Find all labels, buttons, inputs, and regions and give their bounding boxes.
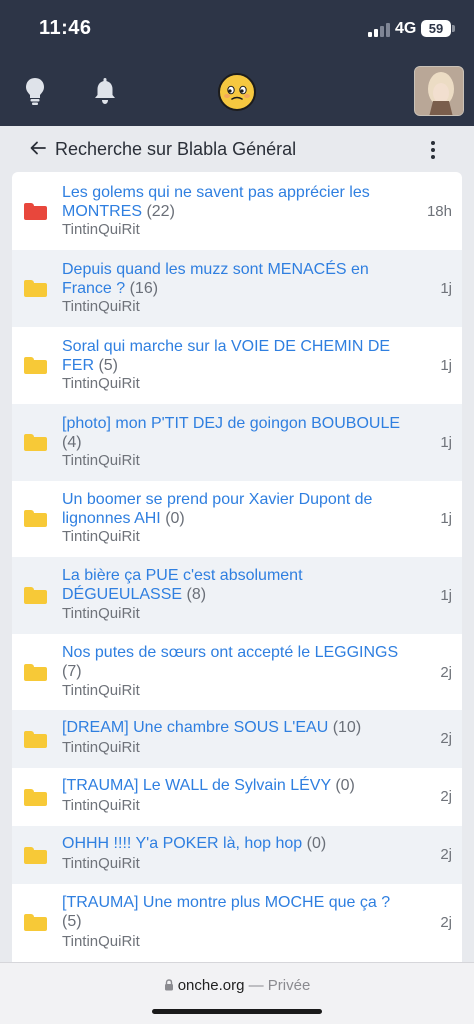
- topic-author[interactable]: TintinQuiRit: [62, 605, 140, 622]
- battery-tip: [452, 25, 455, 32]
- private-mode-label: Privée: [267, 977, 311, 994]
- topic-time: 2j: [440, 664, 452, 681]
- folder-icon: [24, 664, 47, 681]
- folder-icon: [24, 914, 47, 931]
- user-avatar[interactable]: [414, 66, 464, 116]
- topic-title-link[interactable]: Depuis quand les muzz sont MENACÉS en Fr…: [62, 260, 407, 298]
- topic-title-link[interactable]: [TRAUMA] Une montre plus MOCHE que ça ? …: [62, 893, 407, 931]
- topic-author[interactable]: TintinQuiRit: [62, 375, 140, 392]
- topic-title-link[interactable]: [DREAM] Une chambre SOUS L'EAU (10): [62, 718, 407, 737]
- topic-reply-count: (7): [62, 663, 82, 680]
- topic-author[interactable]: TintinQuiRit: [62, 682, 140, 699]
- topic-reply-count: (5): [62, 913, 82, 930]
- lock-icon: [164, 978, 174, 995]
- topic-time: 1j: [440, 357, 452, 374]
- topic-reply-count: (0): [165, 510, 185, 527]
- folder-icon: [24, 434, 47, 451]
- browser-bottom-bar: onche.org — Privée: [0, 962, 474, 1024]
- topic-time: 2j: [440, 914, 452, 931]
- topic-time: 2j: [440, 788, 452, 805]
- topic-row[interactable]: [TRAUMA] Une montre plus MOCHE que ça ? …: [12, 884, 462, 962]
- folder-icon: [24, 789, 47, 806]
- battery-level: 59: [428, 21, 444, 36]
- battery-icon: 59: [421, 20, 451, 37]
- topic-title-link[interactable]: [TRAUMA] Le WALL de Sylvain LÉVY (0): [62, 776, 407, 795]
- topic-title-link[interactable]: [photo] mon P'TIT DEJ de goingon BOUBOUL…: [62, 414, 407, 452]
- page-title: Recherche sur Blabla Général: [55, 139, 297, 159]
- topic-title-link[interactable]: Nos putes de sœurs ont accepté le LEGGIN…: [62, 643, 407, 681]
- topic-row[interactable]: [DREAM] Une chambre SOUS L'EAU (10) Tint…: [12, 710, 462, 768]
- signal-strength-icon: [368, 21, 390, 37]
- mascot-logo-icon[interactable]: [218, 73, 256, 111]
- topic-time: 2j: [440, 846, 452, 863]
- page-title-row: Recherche sur Blabla Général: [0, 126, 474, 172]
- home-indicator[interactable]: [152, 1009, 322, 1014]
- topic-time: 2j: [440, 730, 452, 747]
- topic-row[interactable]: [TRAUMA] Le WALL de Sylvain LÉVY (0) Tin…: [12, 768, 462, 826]
- topic-time: 1j: [440, 510, 452, 527]
- topic-reply-count: (5): [98, 357, 119, 374]
- topic-time: 1j: [440, 280, 452, 297]
- topic-reply-count: (10): [332, 719, 362, 736]
- folder-icon: [24, 847, 47, 864]
- topic-title-link[interactable]: La bière ça PUE c'est absolument DÉGUEUL…: [62, 566, 407, 604]
- topic-row[interactable]: Nos putes de sœurs ont accepté le LEGGIN…: [12, 634, 462, 710]
- url-separator: —: [248, 977, 264, 994]
- folder-icon: [24, 280, 47, 297]
- topic-reply-count: (0): [335, 777, 355, 794]
- topic-author[interactable]: TintinQuiRit: [62, 528, 140, 545]
- folder-icon: [24, 510, 47, 527]
- topic-title-link[interactable]: OHHH !!!! Y'a POKER là, hop hop (0): [62, 834, 407, 853]
- topic-list: Les golems qui ne savent pas apprécier l…: [12, 172, 462, 962]
- topic-author[interactable]: TintinQuiRit: [62, 298, 140, 315]
- topic-reply-count: (8): [186, 586, 207, 603]
- folder-icon: [24, 357, 47, 374]
- topic-author[interactable]: TintinQuiRit: [62, 739, 140, 756]
- topic-author[interactable]: TintinQuiRit: [62, 855, 140, 872]
- topic-author[interactable]: TintinQuiRit: [62, 452, 140, 469]
- back-arrow-icon[interactable]: [29, 139, 47, 162]
- folder-icon: [24, 731, 47, 748]
- topic-author[interactable]: TintinQuiRit: [62, 221, 140, 238]
- address-bar[interactable]: onche.org — Privée: [0, 977, 474, 995]
- topic-time: 1j: [440, 587, 452, 604]
- topic-row[interactable]: Les golems qui ne savent pas apprécier l…: [12, 172, 462, 250]
- topic-row[interactable]: Depuis quand les muzz sont MENACÉS en Fr…: [12, 250, 462, 327]
- topic-reply-count: (4): [62, 434, 82, 451]
- lightbulb-icon[interactable]: [20, 74, 50, 108]
- topic-time: 18h: [426, 203, 452, 220]
- more-options-icon[interactable]: [424, 138, 442, 162]
- url-domain: onche.org: [177, 977, 245, 994]
- topic-row[interactable]: La bière ça PUE c'est absolument DÉGUEUL…: [12, 557, 462, 634]
- topic-author[interactable]: TintinQuiRit: [62, 933, 140, 950]
- status-bar: 11:46 4G 59: [0, 0, 474, 56]
- topic-row[interactable]: OHHH !!!! Y'a POKER là, hop hop (0) Tint…: [12, 826, 462, 884]
- topic-reply-count: (0): [306, 835, 327, 852]
- topic-title-link[interactable]: Un boomer se prend pour Xavier Dupont de…: [62, 490, 407, 528]
- folder-icon: [24, 587, 47, 604]
- topic-title-link[interactable]: Les golems qui ne savent pas apprécier l…: [62, 183, 407, 221]
- status-time: 11:46: [39, 17, 92, 39]
- topic-row[interactable]: Soral qui marche sur la VOIE DE CHEMIN D…: [12, 327, 462, 404]
- topic-reply-count: (16): [129, 280, 159, 297]
- folder-icon: [24, 203, 47, 220]
- topic-title-link[interactable]: Soral qui marche sur la VOIE DE CHEMIN D…: [62, 337, 407, 375]
- topic-time: 1j: [440, 434, 452, 451]
- topic-row[interactable]: [photo] mon P'TIT DEJ de goingon BOUBOUL…: [12, 404, 462, 481]
- topic-author[interactable]: TintinQuiRit: [62, 797, 140, 814]
- topic-reply-count: (22): [146, 203, 175, 220]
- network-type: 4G: [395, 20, 417, 37]
- bell-icon[interactable]: [90, 74, 120, 108]
- topic-row[interactable]: Un boomer se prend pour Xavier Dupont de…: [12, 481, 462, 557]
